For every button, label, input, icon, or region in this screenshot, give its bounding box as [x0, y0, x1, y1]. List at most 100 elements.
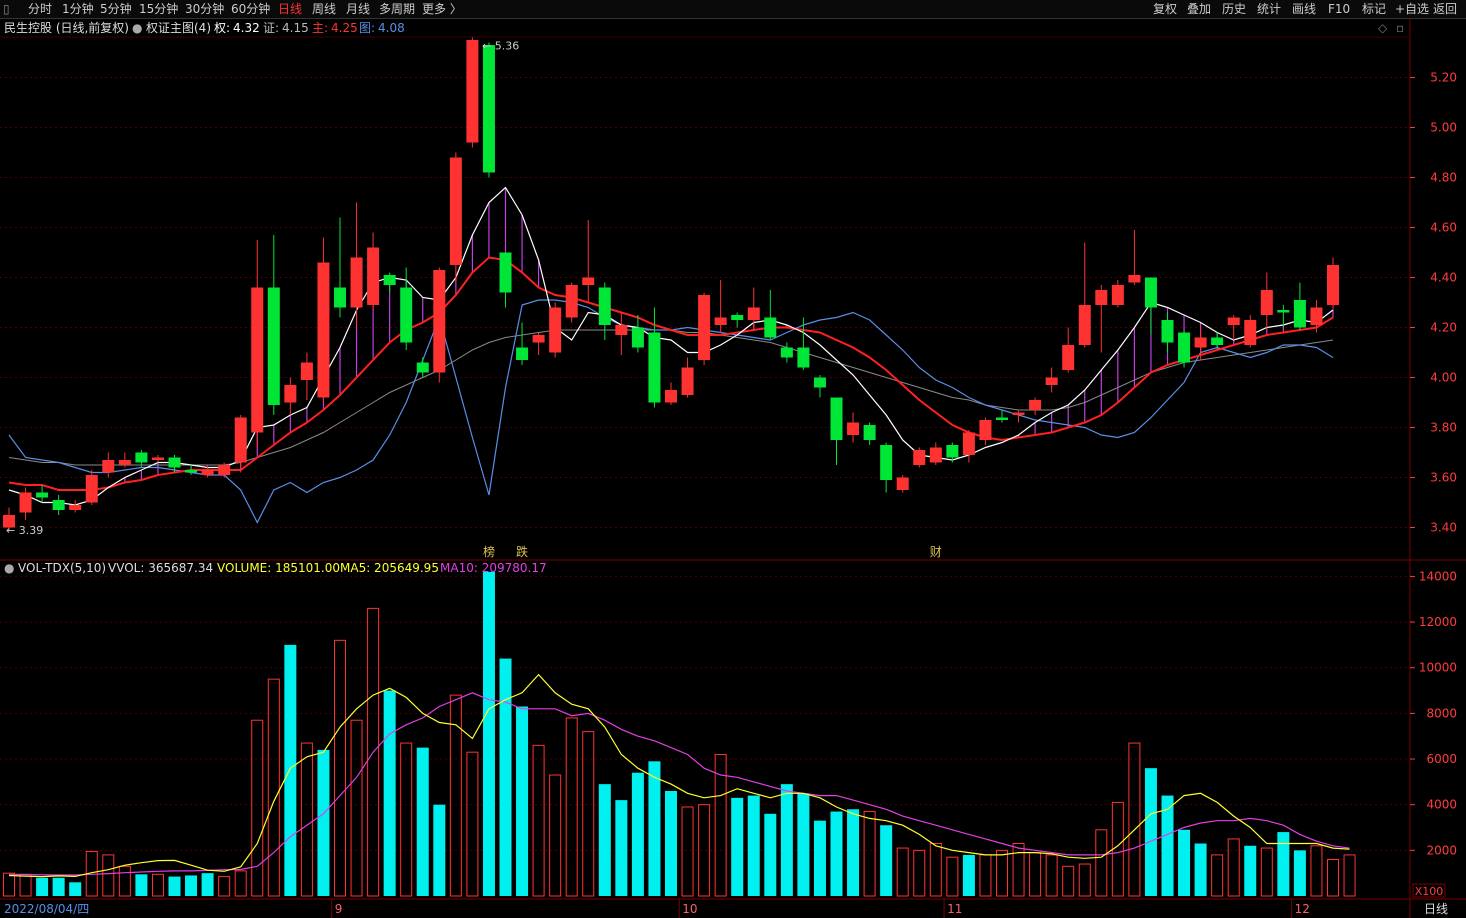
- candle-body: [880, 445, 893, 480]
- candle-body: [813, 377, 826, 388]
- volume-bar: [615, 800, 628, 896]
- volume-bar: [1244, 845, 1257, 896]
- candle-body: [69, 505, 82, 510]
- candle-body: [565, 285, 578, 318]
- volume-bar: [747, 795, 760, 896]
- volume-bar: [52, 877, 65, 896]
- volume-bar: [267, 678, 280, 897]
- candle-body: [1045, 377, 1058, 385]
- candle-body: [797, 347, 810, 368]
- price-tick-label: 4.40: [1430, 271, 1457, 285]
- volume-bar: [665, 790, 677, 896]
- volume-bar: [466, 751, 479, 897]
- volume-bar: [1144, 768, 1157, 896]
- volume-bar: [863, 811, 876, 897]
- volume-bar: [830, 811, 843, 896]
- candle-body: [449, 157, 462, 265]
- candle-body: [764, 317, 777, 338]
- price-tick-label: 3.80: [1430, 421, 1457, 435]
- volume-bar: [1310, 845, 1323, 897]
- volume-bar: [780, 784, 793, 896]
- price-tick-label: 3.60: [1430, 471, 1457, 485]
- volume-bar: [516, 706, 529, 896]
- candle-body: [1227, 317, 1240, 325]
- volume-bar: [135, 874, 148, 896]
- volume-bar: [234, 870, 247, 897]
- event-mark: 榜: [483, 544, 495, 559]
- candle-body: [1128, 275, 1141, 283]
- volume-bar: [350, 719, 363, 897]
- volume-bar: [1227, 838, 1240, 897]
- price-tick-label: 4.00: [1430, 371, 1457, 385]
- volume-bar: [251, 719, 264, 897]
- candle-body: [168, 457, 181, 468]
- volume-bar: [69, 882, 82, 896]
- candle-body: [102, 460, 115, 473]
- candle-body: [334, 287, 346, 308]
- candle-body: [151, 457, 164, 460]
- volume-bar: [946, 856, 959, 897]
- candle-body: [979, 420, 992, 440]
- candle-body: [780, 347, 793, 358]
- candle-body: [549, 307, 562, 353]
- candle-body: [714, 317, 727, 325]
- volume-bar: [218, 876, 231, 897]
- unit-label: X100: [1415, 885, 1444, 898]
- volume-tick-label: 12000: [1419, 615, 1457, 629]
- candle-body: [317, 262, 330, 398]
- volume-bar: [1260, 847, 1273, 897]
- volume-bar: [1095, 829, 1108, 897]
- volume-bar: [482, 571, 495, 896]
- volume-bar: [19, 873, 32, 897]
- candle-body: [1062, 345, 1075, 370]
- candle-body: [1310, 307, 1323, 325]
- candle-body: [946, 445, 959, 458]
- volume-bar: [3, 872, 15, 897]
- candle-body: [929, 447, 942, 463]
- candle-body: [847, 422, 860, 435]
- volume-bar: [880, 825, 893, 896]
- volume-bar: [731, 797, 744, 896]
- candle-body: [863, 425, 876, 440]
- time-axis-label: 12: [1295, 902, 1310, 916]
- candle-body: [284, 385, 297, 403]
- volume-bar: [996, 849, 1008, 897]
- volume-bar: [1029, 852, 1042, 897]
- candle-body: [135, 452, 148, 463]
- volume-bar: [962, 854, 975, 896]
- volume-bar: [416, 747, 429, 896]
- volume-bar: [1327, 858, 1339, 897]
- candle-body: [681, 367, 694, 395]
- candle-body: [234, 417, 247, 463]
- candle-body: [185, 470, 198, 473]
- volume-bar: [929, 842, 942, 897]
- candle-body: [913, 450, 926, 465]
- time-axis-label: 9: [335, 902, 343, 916]
- volume-bar: [151, 873, 164, 897]
- time-axis-label: 2022/08/04/四: [4, 902, 89, 916]
- high-price-label: ← 5.36: [482, 40, 519, 53]
- kline-chart[interactable]: 5.20 5.00 4.80 4.60 4.40 4.20 4.00 3.80 3.60 3.40…: [0, 0, 1466, 918]
- candle-body: [598, 287, 611, 325]
- volume-bar: [1343, 854, 1356, 897]
- candle-body: [466, 40, 479, 143]
- volume-bar: [1045, 854, 1058, 897]
- volume-bar: [549, 774, 562, 897]
- volume-bar: [1012, 842, 1025, 897]
- candle-body: [1178, 332, 1191, 363]
- volume-bar: [499, 658, 512, 896]
- volume-bar: [979, 854, 992, 897]
- volume-bar: [36, 877, 49, 896]
- candle-body: [1161, 320, 1174, 343]
- candle-body: [648, 332, 661, 403]
- volume-bar: [565, 717, 578, 897]
- candle-body: [747, 307, 760, 320]
- price-tick-label: 3.40: [1430, 521, 1457, 535]
- time-axis-label: 10: [682, 902, 697, 916]
- candle-body: [400, 287, 413, 343]
- candle-body: [367, 247, 380, 305]
- candle-body: [36, 492, 49, 498]
- volume-bar: [764, 813, 777, 896]
- candle-body: [416, 362, 429, 373]
- price-tick-label: 4.20: [1430, 321, 1457, 335]
